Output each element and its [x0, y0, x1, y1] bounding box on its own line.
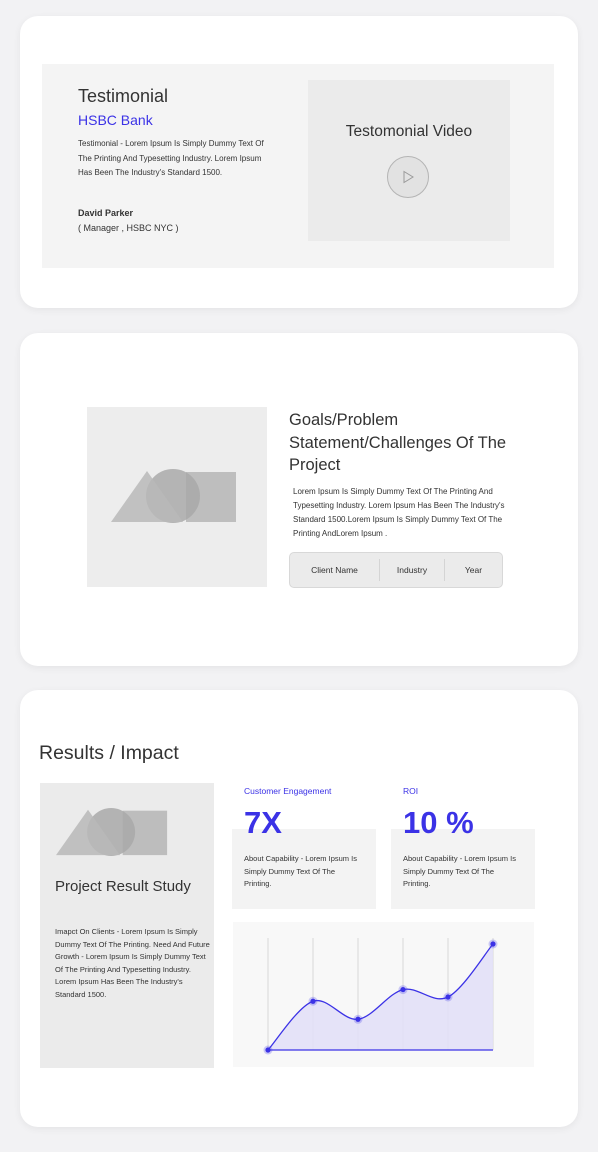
project-info-bar: Client Name Industry Year [289, 552, 503, 588]
play-button[interactable] [387, 156, 429, 198]
testimonial-company: HSBC Bank [78, 112, 153, 128]
project-result-title: Project Result Study [55, 878, 191, 895]
impact-chart [263, 938, 498, 1055]
image-placeholder-icon [56, 808, 168, 856]
stat-value-engagement: 7X [244, 805, 282, 840]
impact-chart-panel [233, 922, 534, 1067]
chart-point [490, 941, 496, 947]
testimonial-author-role: ( Manager , HSBC NYC ) [78, 223, 179, 233]
goals-card: Goals/Problem Statement/Challenges Of Th… [20, 333, 578, 666]
testimonial-video[interactable]: Testomonial Video [308, 80, 510, 241]
play-icon [403, 170, 414, 184]
stat-label-roi: ROI [403, 786, 419, 796]
image-placeholder-icon [111, 469, 236, 523]
testimonial-text: Testimonial - Lorem Ipsum Is Simply Dumm… [78, 139, 264, 177]
chart-point [400, 986, 406, 993]
chart-point [265, 1047, 271, 1053]
stat-desc-engagement: About Capability - Lorem Ipsum Is Simply… [244, 854, 357, 888]
testimonial-author: David Parker [78, 208, 134, 218]
year-label: Year [464, 565, 483, 575]
client-name-label: Client Name [311, 565, 358, 575]
chart-point [310, 998, 316, 1004]
chart-area [268, 944, 493, 1050]
stat-desc-roi: About Capability - Lorem Ipsum Is Simply… [403, 854, 516, 888]
goals-title: Goals/Problem Statement/Challenges Of Th… [289, 411, 507, 474]
stat-label-engagement: Customer Engagement [244, 786, 332, 796]
testimonial-card: Testimonial HSBC Bank Testimonial - Lore… [20, 16, 578, 308]
results-card: Results / Impact Project Result Study Im… [20, 690, 578, 1127]
project-result-text: Imapct On Clients - Lorem Ipsum Is Simpl… [55, 927, 210, 999]
project-result-panel: Project Result Study Imapct On Clients -… [40, 783, 214, 1068]
industry-label: Industry [396, 565, 428, 575]
goals-text: Lorem Ipsum Is Simply Dummy Text Of The … [293, 487, 505, 538]
chart-point [355, 1016, 361, 1022]
stat-value-roi: 10 % [403, 805, 474, 840]
results-title: Results / Impact [39, 742, 179, 764]
video-title: Testomonial Video [345, 123, 473, 140]
chart-point [445, 994, 451, 1000]
testimonial-title: Testimonial [78, 86, 169, 106]
image-placeholder [87, 407, 267, 587]
